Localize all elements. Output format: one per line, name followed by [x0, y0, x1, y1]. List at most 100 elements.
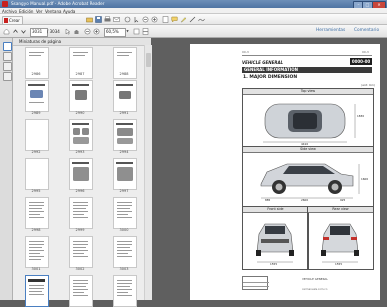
footer-revision-table	[242, 276, 269, 290]
next-page-icon[interactable]	[20, 28, 27, 35]
navigation-pane-icons	[0, 38, 13, 300]
dim-wheelbase: 2600	[301, 198, 309, 202]
page-number: 3000	[119, 228, 129, 232]
create-button[interactable]: Crear	[2, 16, 23, 25]
thumbnail-panel: Miniaturas de página 2986 2987 2988 2989…	[13, 38, 152, 307]
acrobat-icon	[2, 1, 8, 7]
menu-archivo[interactable]: Archivo	[2, 9, 17, 14]
tab-tools[interactable]: Herramientas	[316, 28, 345, 33]
page-thumbnail[interactable]	[113, 158, 137, 190]
attachments-icon[interactable]	[3, 62, 12, 71]
page-thumbnail[interactable]	[25, 236, 49, 268]
page-number: 2993	[75, 150, 85, 154]
print-icon[interactable]	[104, 16, 111, 23]
front-view-figure: Front side 1555	[242, 206, 309, 270]
home-icon[interactable]	[3, 28, 10, 35]
page-number: 2986	[31, 72, 41, 76]
zoom-in-icon[interactable]	[151, 16, 158, 23]
title-bar: Ssangyo Manual.pdf - Adobe Acrobat Reade…	[0, 0, 387, 9]
hand-tool-icon[interactable]	[124, 16, 131, 23]
hand-icon[interactable]	[73, 28, 80, 35]
page-thumbnail[interactable]	[25, 197, 49, 229]
page-thumbnail[interactable]	[113, 236, 137, 268]
open-icon[interactable]	[86, 16, 93, 23]
pdf-page: 00-3 00-3 VEHICLE GENERAL 0000-00 GENERA…	[190, 44, 380, 300]
section-code-badge: 0000-00	[350, 58, 372, 65]
thumbnail-panel-header: Miniaturas de página	[13, 38, 151, 46]
page-thumbnail[interactable]	[25, 80, 49, 112]
page-thumbnail[interactable]	[69, 158, 93, 190]
menu-edicion[interactable]: Edición	[19, 9, 33, 14]
page-thumbnail[interactable]	[113, 275, 137, 307]
prev-page-icon[interactable]	[12, 28, 19, 35]
menu-ver[interactable]: Ver	[36, 9, 43, 14]
document-view[interactable]: 00-3 00-3 VEHICLE GENERAL 0000-00 GENERA…	[152, 38, 387, 300]
email-icon[interactable]	[113, 16, 120, 23]
page-number: 2987	[75, 72, 85, 76]
page-thumbnail[interactable]	[113, 80, 137, 112]
tab-comment[interactable]: Comentario	[354, 28, 379, 33]
scroll-mode-icon[interactable]	[142, 28, 149, 35]
zoom-out-button[interactable]	[84, 28, 91, 35]
page-header-code: 00-3	[362, 50, 369, 54]
car-front-view-image	[256, 223, 294, 263]
sign-icon[interactable]	[198, 16, 205, 23]
zoom-select[interactable]: 60,5%	[104, 28, 126, 37]
page-header-left: 00-3	[242, 50, 249, 54]
page-number: 2999	[75, 228, 85, 232]
zoom-in-button[interactable]	[93, 28, 100, 35]
page-thumbnail[interactable]	[69, 236, 93, 268]
page-number: 2997	[119, 189, 129, 193]
thumbnail-scrollbar[interactable]	[144, 45, 152, 300]
dim-height: 1600	[361, 177, 369, 181]
menu-ayuda[interactable]: Ayuda	[63, 9, 75, 14]
page-number: 3001	[31, 267, 41, 271]
thumbnail-panel-title: Miniaturas de página	[19, 39, 62, 44]
create-pdf-icon	[4, 18, 8, 23]
draw-icon[interactable]	[189, 16, 196, 23]
page-number: 2988	[119, 72, 129, 76]
page-number: 2991	[119, 111, 129, 115]
signatures-icon[interactable]	[3, 72, 12, 81]
zoom-out-icon[interactable]	[142, 16, 149, 23]
footer-title: VEHICLE GENERAL	[302, 277, 328, 281]
page-number: 2996	[75, 189, 85, 193]
page-total: / 3034	[47, 29, 60, 34]
page-thumbnail[interactable]	[25, 275, 49, 307]
comment-icon[interactable]	[171, 16, 178, 23]
fit-page-icon[interactable]	[162, 16, 169, 23]
page-thumbnail[interactable]	[25, 119, 49, 151]
scrollbar-thumb[interactable]	[146, 53, 151, 67]
page-thumbnail[interactable]	[113, 197, 137, 229]
page-number: 2989	[31, 111, 41, 115]
page-thumbnail[interactable]	[69, 119, 93, 151]
page-thumbnail[interactable]	[113, 119, 137, 151]
select-tool-icon[interactable]	[133, 16, 140, 23]
side-view-figure: Side view 885 2600 925 1600	[242, 146, 374, 208]
menu-ventana[interactable]: Ventana	[45, 9, 61, 14]
unit-label: (unit: mm)	[361, 84, 375, 87]
save-icon[interactable]	[95, 16, 102, 23]
highlight-icon[interactable]	[180, 16, 187, 23]
dim-tread-front: 1555	[270, 262, 278, 266]
subsection-title: 1. MAJOR DIMENSION	[243, 75, 298, 80]
chevron-down-icon[interactable]: ▼	[124, 28, 131, 35]
page-thumbnail[interactable]	[69, 275, 93, 307]
window-title: Ssangyo Manual.pdf - Adobe Acrobat Reade…	[11, 1, 105, 6]
car-rear-view-image	[321, 223, 359, 263]
page-view-icon[interactable]	[133, 28, 140, 35]
page-number-input[interactable]: 3031	[30, 28, 48, 37]
page-number: 3002	[75, 267, 85, 271]
bookmarks-icon[interactable]	[3, 52, 12, 61]
car-top-view-image	[263, 103, 356, 143]
page-thumbnails-icon[interactable]	[3, 42, 12, 51]
page-number: 2990	[75, 111, 85, 115]
section-badge: VEHICLE GENERAL	[242, 60, 284, 65]
rear-view-figure: Rear view 1555	[307, 206, 374, 270]
dim-width: 1830	[357, 114, 365, 118]
dim-rear-overhang: 925	[340, 198, 346, 202]
page-thumbnail[interactable]	[25, 158, 49, 190]
cursor-icon[interactable]	[64, 28, 71, 35]
page-thumbnail[interactable]	[69, 197, 93, 229]
page-thumbnail[interactable]	[69, 80, 93, 112]
